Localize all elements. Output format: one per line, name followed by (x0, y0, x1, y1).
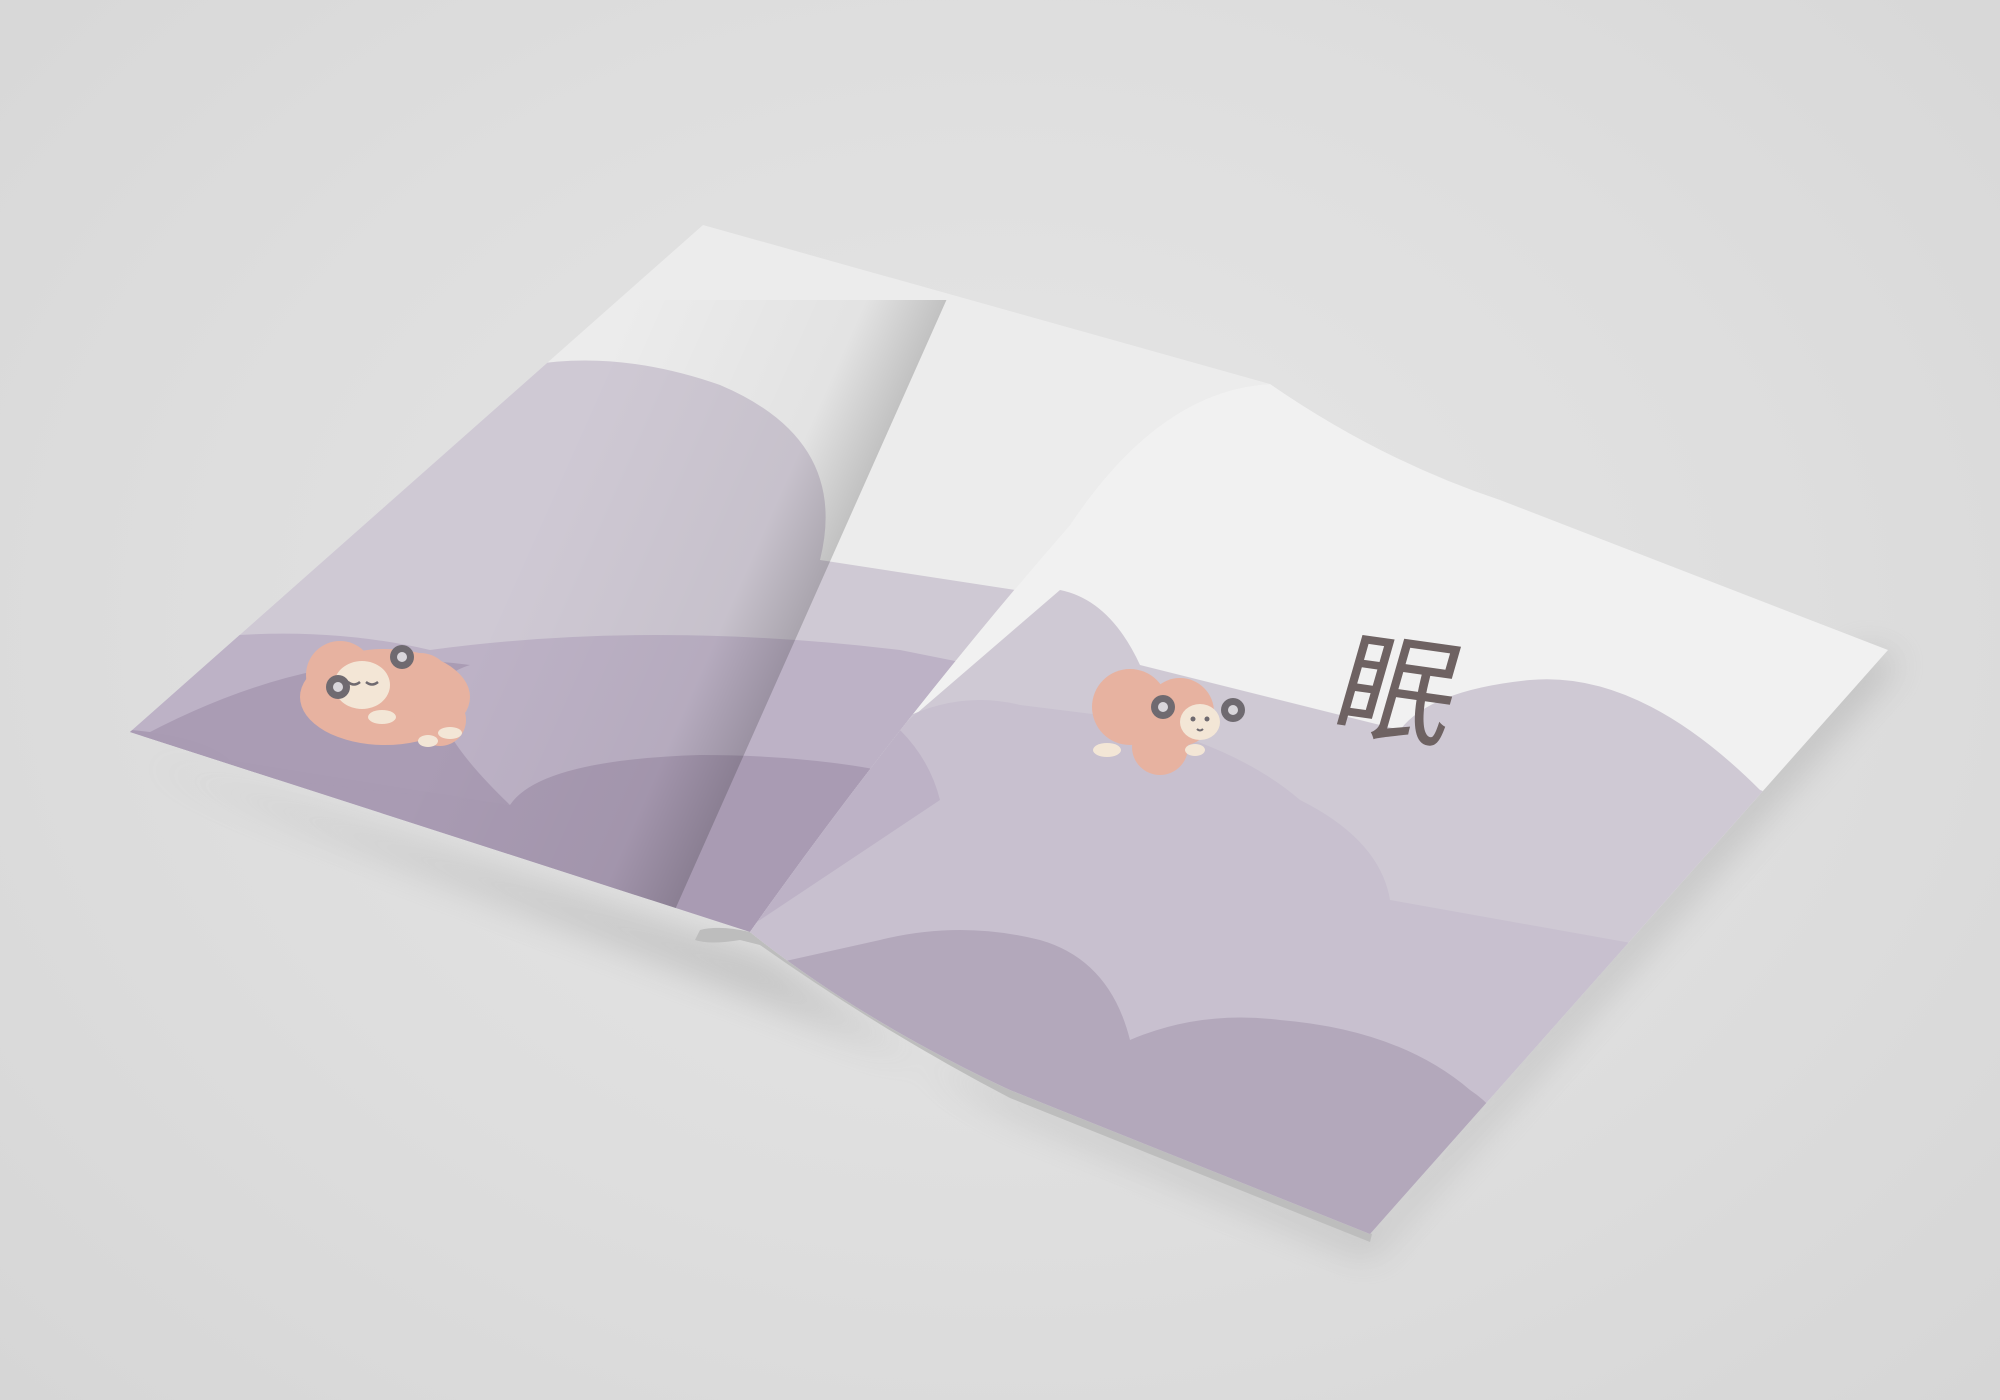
mockup-scene: 眠 (0, 0, 2000, 1400)
magazine-spread: 眠 (130, 225, 1900, 1256)
